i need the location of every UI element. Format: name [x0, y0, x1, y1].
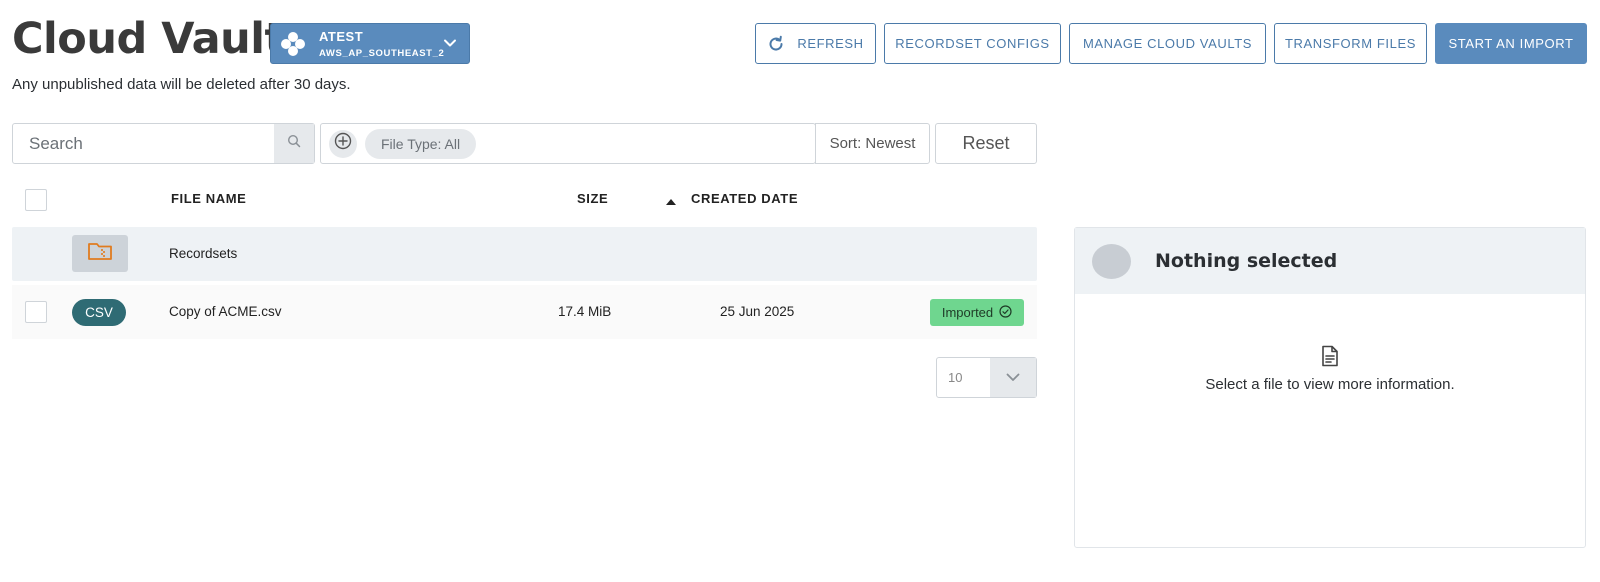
file-type-badge: CSV: [72, 299, 126, 326]
manage-cloud-vaults-button[interactable]: MANAGE CLOUD VAULTS: [1069, 23, 1266, 64]
folder-row[interactable]: Recordsets: [12, 227, 1037, 281]
recordset-configs-button[interactable]: RECORDSET CONFIGS: [884, 23, 1061, 64]
details-panel-title: Nothing selected: [1155, 250, 1338, 272]
page-size-select[interactable]: 10: [936, 357, 1037, 398]
folder-name: Recordsets: [169, 246, 238, 261]
column-header-file-name[interactable]: FILE NAME: [171, 191, 246, 206]
add-filter-button[interactable]: [329, 129, 357, 158]
status-badge: Imported: [930, 299, 1024, 326]
status-label: Imported: [941, 305, 994, 320]
search-input[interactable]: [13, 124, 274, 163]
details-panel-header: Nothing selected: [1075, 228, 1585, 294]
sort-ascending-icon: [665, 193, 677, 211]
reset-button[interactable]: Reset: [935, 123, 1037, 164]
select-all-checkbox[interactable]: [25, 189, 47, 211]
refresh-button[interactable]: REFRESH: [755, 23, 876, 64]
vault-name: ATEST: [319, 28, 364, 44]
file-name: Copy of ACME.csv: [169, 304, 282, 319]
sort-dropdown[interactable]: Sort: Newest: [815, 123, 930, 164]
page-size-value: 10: [948, 370, 963, 385]
chevron-down-icon: [1006, 369, 1020, 387]
vault-region: AWS_AP_SOUTHEAST_2: [319, 47, 445, 59]
vault-selector[interactable]: ATEST AWS_AP_SOUTHEAST_2: [270, 23, 470, 64]
column-header-created-date[interactable]: CREATED DATE: [691, 191, 798, 206]
plus-circle-icon: [334, 132, 352, 155]
search-icon: [287, 134, 301, 153]
folder-icon-box: [72, 235, 128, 272]
filter-bar: File Type: All: [320, 123, 816, 164]
retention-notice: Any unpublished data will be deleted aft…: [12, 76, 351, 93]
folder-icon: [87, 241, 113, 266]
column-header-size[interactable]: SIZE: [577, 191, 608, 206]
file-size: 17.4 MiB: [558, 304, 612, 319]
details-empty-message: Select a file to view more information.: [1205, 376, 1455, 393]
vault-logo-icon: [281, 31, 305, 56]
check-circle-icon: [999, 304, 1012, 321]
search-box: [12, 123, 315, 164]
transform-files-button[interactable]: TRANSFORM FILES: [1274, 23, 1427, 64]
search-button[interactable]: [274, 124, 314, 163]
row-checkbox[interactable]: [25, 301, 47, 323]
refresh-icon: [767, 35, 785, 53]
document-icon: [1320, 345, 1340, 372]
details-empty-state: Select a file to view more information.: [1075, 345, 1585, 393]
details-panel: Nothing selected Select a file to view m…: [1074, 227, 1586, 548]
avatar: [1092, 243, 1131, 279]
refresh-label: REFRESH: [797, 36, 864, 51]
chevron-down-icon: [443, 36, 457, 55]
table-row[interactable]: CSV Copy of ACME.csv 17.4 MiB 25 Jun 202…: [12, 285, 1037, 339]
start-import-button[interactable]: START AN IMPORT: [1435, 23, 1587, 64]
page-title: Cloud Vault: [12, 14, 285, 64]
created-date: 25 Jun 2025: [720, 304, 795, 319]
file-type-filter-chip[interactable]: File Type: All: [365, 128, 477, 159]
